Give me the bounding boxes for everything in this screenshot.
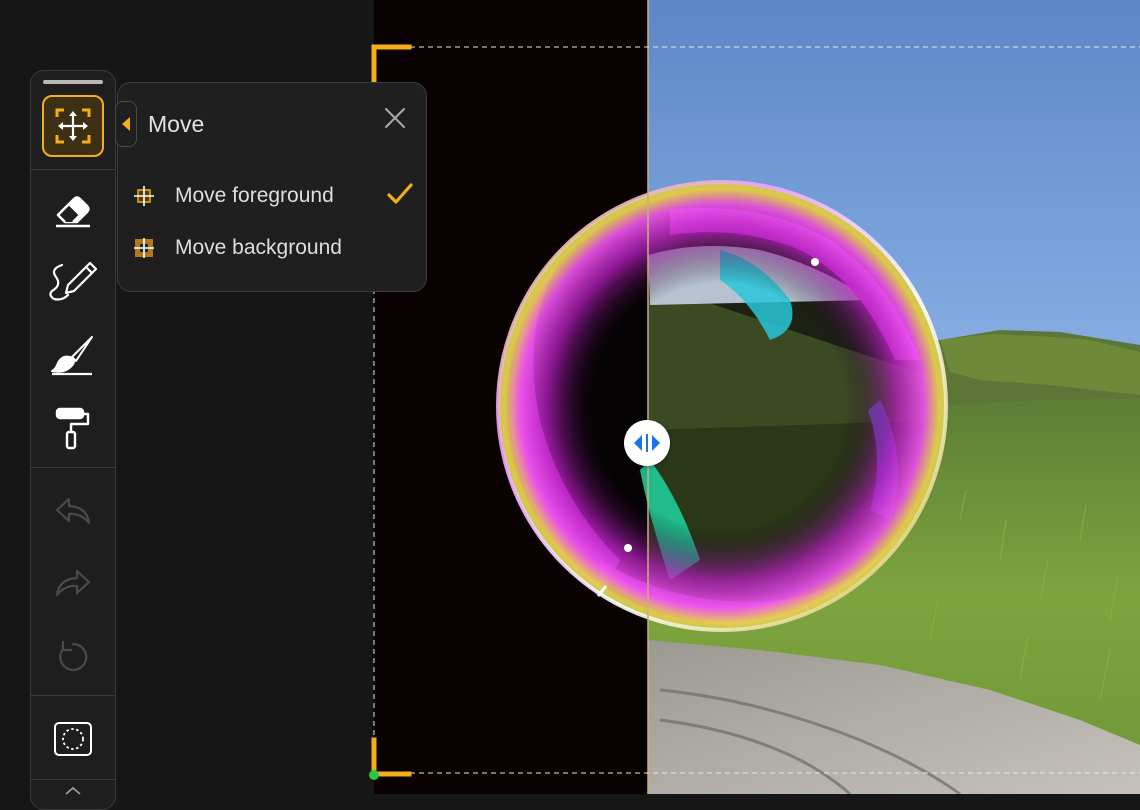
pencil-squiggle-icon [49, 261, 98, 301]
paint-roller-tool-button[interactable] [41, 397, 105, 461]
eraser-tool-button[interactable] [41, 177, 105, 241]
redo-icon [55, 569, 91, 597]
move-background-label: Move background [175, 236, 342, 259]
brush-icon [51, 336, 93, 376]
selection-tool-button[interactable] [41, 707, 105, 771]
checkmark-icon [387, 183, 413, 204]
split-arrows-icon [634, 434, 660, 452]
move-background-icon [132, 236, 156, 260]
popover-close-button[interactable] [380, 103, 410, 133]
selection-icon [54, 722, 92, 756]
palette-drag-handle[interactable] [43, 80, 103, 84]
move-icon [55, 108, 91, 144]
redo-button[interactable] [41, 551, 105, 615]
tool-palette [30, 70, 116, 810]
compare-slider-handle[interactable] [624, 420, 670, 466]
draw-tool-button[interactable] [41, 249, 105, 313]
move-foreground-label: Move foreground [175, 184, 334, 207]
move-foreground-option[interactable]: Move foreground [132, 176, 422, 216]
move-background-option[interactable]: Move background [132, 228, 422, 268]
caret-left-icon [122, 117, 130, 131]
reset-button[interactable] [41, 625, 105, 689]
move-tool-button[interactable] [42, 95, 104, 157]
move-foreground-icon [132, 184, 156, 208]
brush-tool-button[interactable] [41, 323, 105, 387]
popover-collapse-button[interactable] [115, 101, 137, 147]
undo-icon [55, 497, 91, 525]
popover-title: Move [148, 111, 205, 137]
paint-roller-icon [55, 407, 90, 450]
close-icon [385, 108, 405, 128]
eraser-icon [56, 196, 90, 228]
reset-icon [59, 640, 88, 672]
undo-button[interactable] [41, 479, 105, 543]
move-options-popover: Move Move foreground Move background [115, 82, 427, 292]
